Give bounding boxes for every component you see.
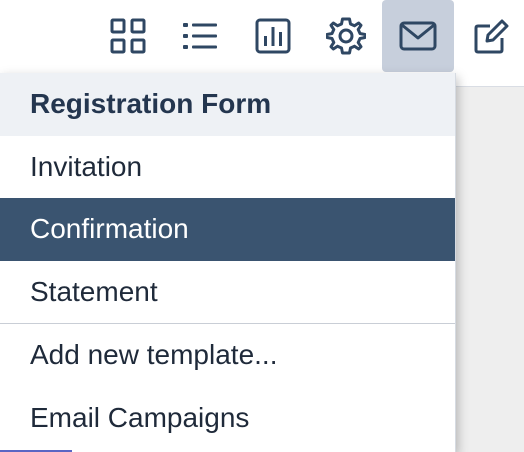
mail-icon bbox=[399, 21, 437, 51]
chart-icon bbox=[255, 18, 291, 54]
menu-item-email-campaigns[interactable]: Email Campaigns bbox=[0, 387, 455, 450]
menu-item-invitation[interactable]: Invitation bbox=[0, 136, 455, 199]
grid-view-button[interactable] bbox=[92, 0, 164, 72]
edit-icon bbox=[474, 19, 509, 54]
dropdown-header: Registration Form bbox=[0, 73, 455, 136]
grid-icon bbox=[110, 18, 146, 54]
menu-item-statement[interactable]: Statement bbox=[0, 261, 455, 324]
toolbar bbox=[0, 0, 524, 73]
content-area bbox=[455, 86, 524, 452]
edit-button[interactable] bbox=[456, 0, 524, 72]
email-template-dropdown: Registration Form Invitation Confirmatio… bbox=[0, 73, 456, 452]
email-templates-button[interactable] bbox=[382, 0, 454, 72]
menu-item-add-new-template[interactable]: Add new template... bbox=[0, 324, 455, 387]
list-view-button[interactable] bbox=[164, 0, 236, 72]
gear-icon bbox=[326, 17, 366, 55]
reports-button[interactable] bbox=[237, 0, 309, 72]
menu-item-confirmation[interactable]: Confirmation bbox=[0, 198, 455, 261]
settings-button[interactable] bbox=[310, 0, 382, 72]
list-icon bbox=[183, 23, 217, 49]
